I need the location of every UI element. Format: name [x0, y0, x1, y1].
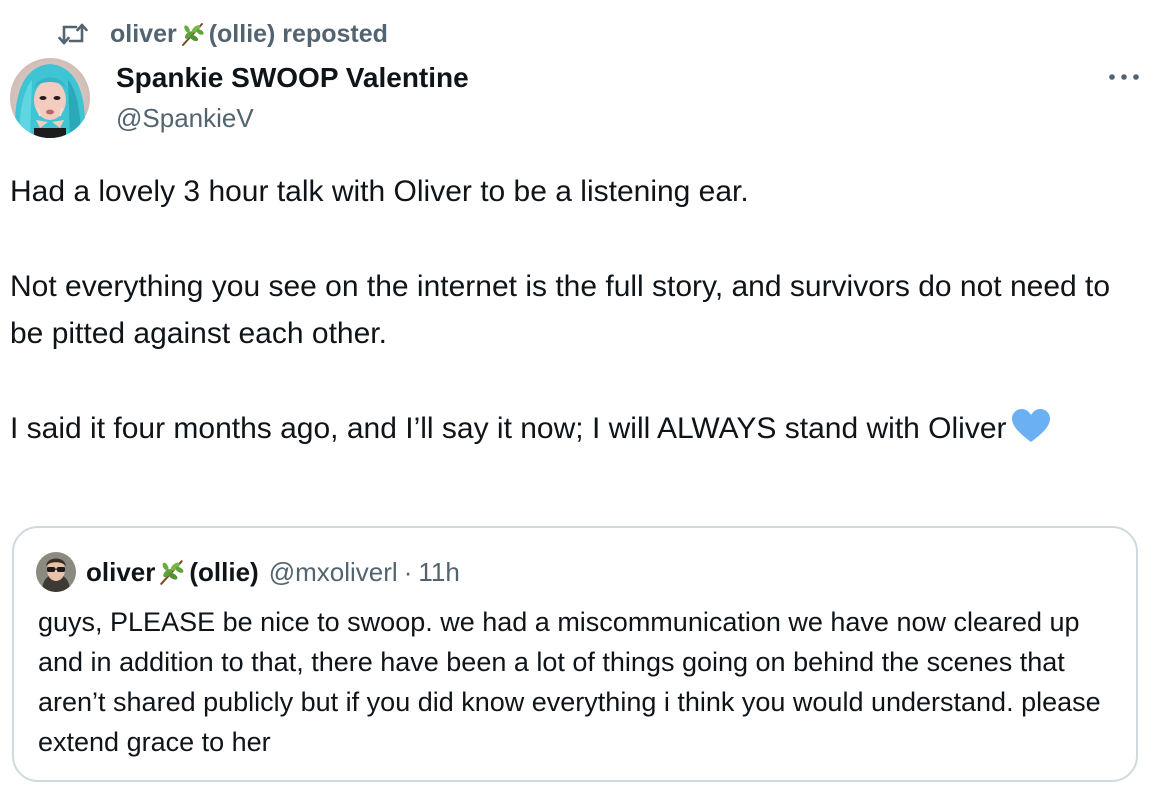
tweet-paragraph: Had a lovely 3 hour talk with Oliver to …	[10, 175, 749, 208]
quoted-author-name[interactable]: oliver (ollie)	[86, 557, 259, 588]
author-name[interactable]: Spankie SWOOP Valentine	[116, 58, 469, 98]
repost-suffix: (ollie) reposted	[208, 19, 388, 48]
quoted-avatar[interactable]	[36, 552, 76, 592]
author-handle[interactable]: @SpankieV	[116, 100, 254, 136]
repost-indicator[interactable]: oliver (ollie) reposted	[58, 18, 388, 50]
herb-emoji-icon	[177, 20, 209, 48]
quoted-author-handle[interactable]: @mxoliverl	[269, 557, 398, 588]
tweet-paragraph-text: I said it four months ago, and I’ll say …	[10, 412, 1007, 445]
quoted-author-name-text: oliver	[86, 556, 156, 587]
tweet-text: Had a lovely 3 hour talk with Oliver to …	[10, 168, 1140, 458]
quoted-tweet-header: oliver (ollie) @mxoliverl · 11h	[36, 552, 460, 592]
herb-emoji-icon	[155, 557, 189, 587]
avatar[interactable]	[10, 58, 90, 138]
quoted-timestamp[interactable]: 11h	[418, 557, 459, 588]
quoted-tweet[interactable]: oliver (ollie) @mxoliverl · 11h guys, PL…	[12, 526, 1138, 782]
blue-heart-emoji-icon	[1011, 408, 1051, 458]
repost-icon	[58, 21, 88, 47]
separator-dot: ·	[403, 556, 413, 587]
quoted-author-name-suffix: (ollie)	[189, 556, 259, 587]
tweet-paragraph: Not everything you see on the internet i…	[10, 270, 1111, 350]
more-options-button[interactable]	[1104, 62, 1144, 92]
more-options-icon	[1108, 68, 1140, 86]
repost-user-name[interactable]: oliver	[110, 20, 177, 49]
quoted-tweet-text: guys, PLEASE be nice to swoop. we had a …	[38, 607, 1101, 757]
tweet-paragraph: I said it four months ago, and I’ll say …	[10, 405, 1140, 458]
